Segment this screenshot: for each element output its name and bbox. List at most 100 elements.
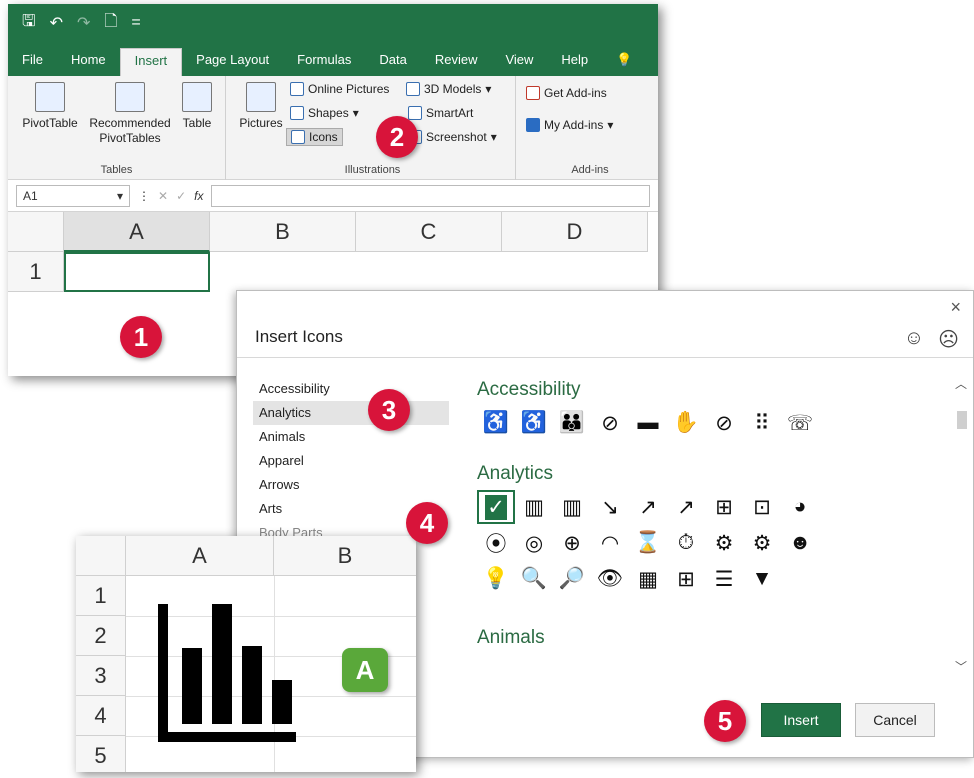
- pictures-button[interactable]: Pictures: [236, 82, 286, 131]
- new-file-icon[interactable]: 🗋: [104, 10, 117, 37]
- crosshair-icon[interactable]: ⊕: [553, 526, 591, 560]
- pie-chart-icon[interactable]: ◕: [781, 490, 819, 524]
- eye-icon[interactable]: 👁: [591, 562, 629, 596]
- select-all-corner[interactable]: [76, 536, 126, 576]
- undo-icon[interactable]: ↶: [50, 13, 63, 33]
- hearing-impaired-icon[interactable]: ⊘: [591, 406, 629, 440]
- category-animals[interactable]: Animals: [253, 425, 449, 449]
- icon-row: ✓ ▥ ▥ ↘ ↗ ↗ ⊞ ⊡ ◕: [477, 489, 949, 525]
- row-header-1[interactable]: 1: [76, 576, 126, 616]
- close-icon[interactable]: ×: [950, 297, 961, 318]
- tab-file[interactable]: File: [8, 48, 57, 76]
- cancel-icon[interactable]: ✕: [158, 189, 168, 203]
- line-chart-up-icon[interactable]: ↗: [629, 490, 667, 524]
- save-icon[interactable]: 🖫: [22, 10, 36, 37]
- sign-language-icon[interactable]: ✋: [667, 406, 705, 440]
- category-apparel[interactable]: Apparel: [253, 449, 449, 473]
- family-icon[interactable]: 👪: [553, 406, 591, 440]
- frown-icon[interactable]: ☹: [938, 327, 959, 352]
- magnifier-icon[interactable]: 🔍: [515, 562, 553, 596]
- shapes-button[interactable]: Shapes ▾: [290, 106, 359, 120]
- tab-data[interactable]: Data: [365, 48, 420, 76]
- filter-icon[interactable]: ▼: [743, 562, 781, 596]
- customize-toolbar-icon[interactable]: =: [131, 14, 140, 32]
- enter-icon[interactable]: ✓: [176, 189, 186, 203]
- closed-caption-icon[interactable]: ▬: [629, 406, 667, 440]
- category-analytics[interactable]: Analytics: [253, 401, 449, 425]
- row-header-2[interactable]: 2: [76, 616, 126, 656]
- tab-home[interactable]: Home: [57, 48, 120, 76]
- tab-insert[interactable]: Insert: [119, 48, 183, 76]
- wheelchair-icon[interactable]: ♿: [477, 406, 515, 440]
- line-chart-down-icon[interactable]: ↘: [591, 490, 629, 524]
- gallery-scrollbar[interactable]: ︿ ﹀: [955, 375, 969, 675]
- hourglass-icon[interactable]: ⌛: [629, 526, 667, 560]
- lightbulb-icon[interactable]: 💡: [602, 48, 646, 76]
- cancel-button[interactable]: Cancel: [855, 703, 935, 737]
- row-header-1[interactable]: 1: [8, 252, 64, 292]
- insert-button[interactable]: Insert: [761, 703, 841, 737]
- group-label-tables: Tables: [100, 164, 133, 176]
- tab-page-layout[interactable]: Page Layout: [182, 48, 283, 76]
- head-gear-icon[interactable]: ☻: [781, 526, 819, 560]
- redo-icon[interactable]: ↷: [77, 13, 90, 33]
- scatter-line-icon[interactable]: ↗: [667, 490, 705, 524]
- column-header-d[interactable]: D: [502, 212, 648, 252]
- tab-formulas[interactable]: Formulas: [283, 48, 365, 76]
- table-button[interactable]: Table: [178, 82, 216, 131]
- bar-chart-icon[interactable]: ▥: [515, 490, 553, 524]
- online-pictures-button[interactable]: Online Pictures: [290, 82, 389, 96]
- category-arrows[interactable]: Arrows: [253, 473, 449, 497]
- 3d-models-button[interactable]: 3D Models ▾: [406, 82, 491, 96]
- icons-button[interactable]: Icons: [286, 128, 343, 146]
- table-grid-icon[interactable]: ⊞: [667, 562, 705, 596]
- name-box[interactable]: A1 ▾: [16, 184, 130, 207]
- phone-volume-icon[interactable]: ☏: [781, 406, 819, 440]
- gear-icon[interactable]: ⚙: [705, 526, 743, 560]
- braille-icon[interactable]: ⠿: [743, 406, 781, 440]
- column-header-a[interactable]: A: [126, 536, 274, 576]
- gears-icon[interactable]: ⚙: [743, 526, 781, 560]
- bar-chart-check-icon[interactable]: ✓: [477, 490, 515, 524]
- magnifier-pulse-icon[interactable]: 🔎: [553, 562, 591, 596]
- row-header-3[interactable]: 3: [76, 656, 126, 696]
- inserted-bar-chart-icon[interactable]: [156, 598, 300, 748]
- scroll-up-icon[interactable]: ︿: [955, 375, 967, 392]
- presentation-pie-icon[interactable]: ⊡: [743, 490, 781, 524]
- formula-input[interactable]: [211, 184, 650, 207]
- bar-chart-up-icon[interactable]: ▥: [553, 490, 591, 524]
- recommended-pivottables-button[interactable]: Recommended PivotTables: [84, 82, 176, 146]
- get-addins-button[interactable]: Get Add-ins: [526, 86, 607, 100]
- smile-icon[interactable]: ☺: [904, 327, 924, 352]
- gauge-icon[interactable]: ◠: [591, 526, 629, 560]
- ribbon: PivotTable Recommended PivotTables Table…: [8, 76, 658, 180]
- formula-icon[interactable]: ▦: [629, 562, 667, 596]
- cell-a1[interactable]: [64, 252, 210, 292]
- venn-icon[interactable]: ⦿: [477, 526, 515, 560]
- stopwatch-icon[interactable]: ⏱: [667, 526, 705, 560]
- lightbulb-icon[interactable]: 💡: [477, 562, 515, 596]
- screenshot-button[interactable]: Screenshot ▾: [408, 130, 497, 144]
- column-header-a[interactable]: A: [64, 212, 210, 252]
- scroll-down-icon[interactable]: ﹀: [955, 658, 967, 675]
- column-header-b[interactable]: B: [210, 212, 356, 252]
- category-accessibility[interactable]: Accessibility: [253, 377, 449, 401]
- scroll-thumb[interactable]: [957, 411, 967, 429]
- smartart-button[interactable]: SmartArt: [408, 106, 473, 120]
- column-header-b[interactable]: B: [274, 536, 416, 576]
- insert-function-icon[interactable]: fx: [194, 189, 203, 203]
- my-addins-button[interactable]: My Add-ins ▾: [526, 118, 613, 132]
- select-all-corner[interactable]: [8, 212, 64, 252]
- target-icon[interactable]: ◎: [515, 526, 553, 560]
- pivottable-button[interactable]: PivotTable: [20, 82, 80, 131]
- presentation-chart-icon[interactable]: ⊞: [705, 490, 743, 524]
- tab-help[interactable]: Help: [547, 48, 602, 76]
- tab-view[interactable]: View: [491, 48, 547, 76]
- row-header-5[interactable]: 5: [76, 736, 126, 772]
- database-icon[interactable]: ☰: [705, 562, 743, 596]
- column-header-c[interactable]: C: [356, 212, 502, 252]
- low-vision-icon[interactable]: ⊘: [705, 406, 743, 440]
- accessible-person-icon[interactable]: ♿: [515, 406, 553, 440]
- tab-review[interactable]: Review: [421, 48, 492, 76]
- row-header-4[interactable]: 4: [76, 696, 126, 736]
